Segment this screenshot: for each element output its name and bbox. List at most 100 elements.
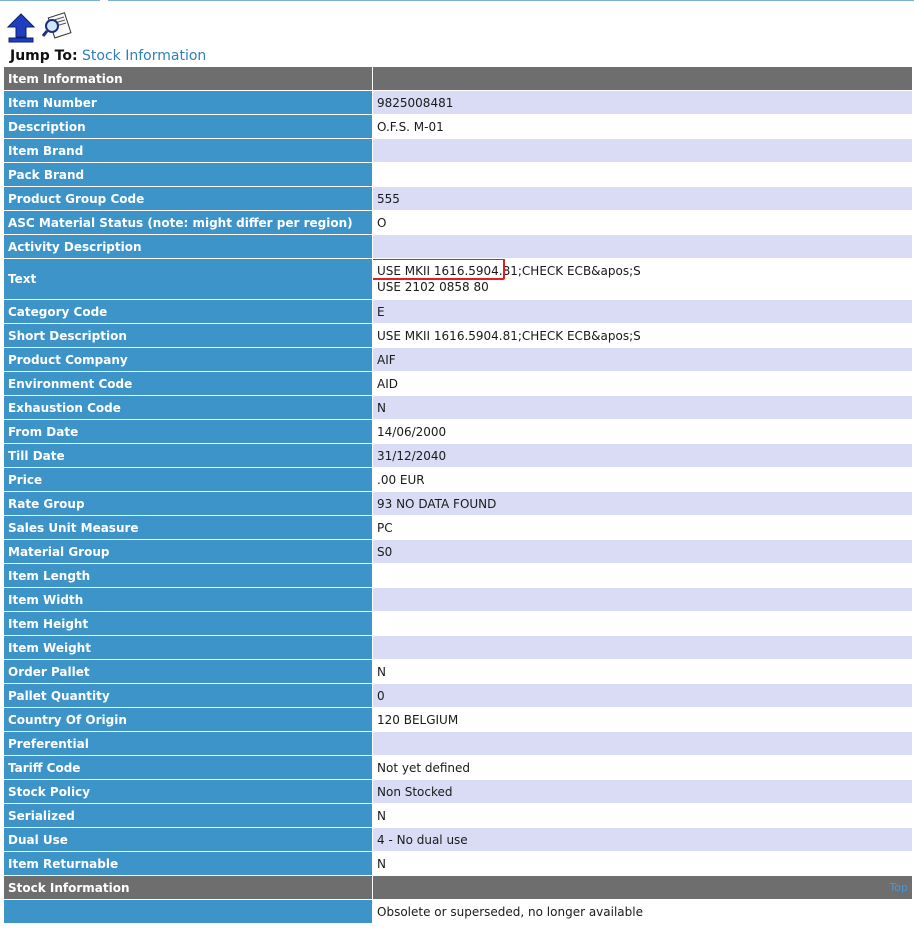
table-row: Material Group S0	[3, 539, 913, 564]
row-label: Activity Description	[3, 234, 373, 259]
table-row: Product Company AIF	[3, 347, 913, 372]
row-label: Dual Use	[3, 827, 373, 852]
row-value: N	[372, 851, 913, 876]
row-value	[372, 587, 913, 612]
table-row: Activity Description	[3, 234, 913, 259]
row-label	[3, 899, 373, 924]
top-divider-left	[0, 0, 100, 1]
row-value	[372, 234, 913, 259]
table-row: Item Length	[3, 563, 913, 588]
table-row: From Date 14/06/2000	[3, 419, 913, 444]
table-row: Item Height	[3, 611, 913, 636]
row-value	[372, 731, 913, 756]
section-header-right: Top	[372, 875, 913, 900]
row-label: Product Company	[3, 347, 373, 372]
row-label: Item Returnable	[3, 851, 373, 876]
row-value: AIF	[372, 347, 913, 372]
row-value: 4 - No dual use	[372, 827, 913, 852]
table-row: Pack Brand	[3, 162, 913, 187]
table-row: ASC Material Status (note: might differ …	[3, 210, 913, 235]
text-line-2: USE 2102 0858 80	[377, 280, 489, 294]
toolbar-icons	[6, 12, 72, 46]
section-header-spacer	[372, 66, 913, 91]
table-row: Item Width	[3, 587, 913, 612]
up-arrow-icon[interactable]	[6, 12, 36, 44]
table-row: Till Date 31/12/2040	[3, 443, 913, 468]
row-label: From Date	[3, 419, 373, 444]
row-label: Pack Brand	[3, 162, 373, 187]
row-label: Product Group Code	[3, 186, 373, 211]
row-value: O.F.S. M-01	[372, 114, 913, 139]
table-row: Price .00 EUR	[3, 467, 913, 492]
section-header-item-information: Item Information	[3, 66, 913, 91]
row-value	[372, 563, 913, 588]
row-label: Pallet Quantity	[3, 683, 373, 708]
table-row: Short Description USE MKII 1616.5904.81;…	[3, 323, 913, 348]
row-value: PC	[372, 515, 913, 540]
table-row: Pallet Quantity 0	[3, 683, 913, 708]
row-value: Obsolete or superseded, no longer availa…	[372, 899, 913, 924]
table-row: Sales Unit Measure PC	[3, 515, 913, 540]
row-label: Item Length	[3, 563, 373, 588]
table-row: Stock Policy Non Stocked	[3, 779, 913, 804]
magnifier-document-icon[interactable]	[42, 12, 72, 40]
table-row: Item Brand	[3, 138, 913, 163]
row-label: Item Weight	[3, 635, 373, 660]
jump-to-label: Jump To:	[10, 48, 78, 64]
row-label: Order Pallet	[3, 659, 373, 684]
row-value-text: USE MKII 1616.5904.81;CHECK ECB&apos;S U…	[372, 258, 913, 300]
section-title: Stock Information	[3, 875, 373, 900]
row-value: S0	[372, 539, 913, 564]
row-value: USE MKII 1616.5904.81;CHECK ECB&apos;S	[372, 323, 913, 348]
row-value: 93 NO DATA FOUND	[372, 491, 913, 516]
text-value-block: USE MKII 1616.5904.81;CHECK ECB&apos;S U…	[373, 259, 908, 295]
table-row: Item Returnable N	[3, 851, 913, 876]
section-title: Item Information	[3, 66, 373, 91]
item-information-table: Item Information Item Number 9825008481 …	[3, 66, 913, 924]
row-value: 0	[372, 683, 913, 708]
row-label: Country Of Origin	[3, 707, 373, 732]
row-label: Short Description	[3, 323, 373, 348]
row-label: Till Date	[3, 443, 373, 468]
row-value: AID	[372, 371, 913, 396]
row-label: Text	[3, 258, 373, 300]
row-label: Category Code	[3, 299, 373, 324]
row-value: 9825008481	[372, 90, 913, 115]
row-value	[372, 138, 913, 163]
table-row: Environment Code AID	[3, 371, 913, 396]
row-label: Exhaustion Code	[3, 395, 373, 420]
table-row: Tariff Code Not yet defined	[3, 755, 913, 780]
table-row-text: Text USE MKII 1616.5904.81;CHECK ECB&apo…	[3, 258, 913, 300]
table-row: Item Weight	[3, 635, 913, 660]
row-value: Non Stocked	[372, 779, 913, 804]
jump-link-stock-information[interactable]: Stock Information	[82, 48, 206, 64]
table-row: Rate Group 93 NO DATA FOUND	[3, 491, 913, 516]
row-label: Item Width	[3, 587, 373, 612]
table-row: Serialized N	[3, 803, 913, 828]
row-label: Item Height	[3, 611, 373, 636]
table-row: Product Group Code 555	[3, 186, 913, 211]
table-row: Preferential	[3, 731, 913, 756]
text-line-1: USE MKII 1616.5904.81;CHECK ECB&apos;S	[377, 264, 641, 278]
top-link[interactable]: Top	[889, 881, 908, 894]
row-value: .00 EUR	[372, 467, 913, 492]
table-row: Item Number 9825008481	[3, 90, 913, 115]
row-label: Sales Unit Measure	[3, 515, 373, 540]
row-label: Price	[3, 467, 373, 492]
row-value: N	[372, 659, 913, 684]
table-row: Category Code E	[3, 299, 913, 324]
row-label: Item Brand	[3, 138, 373, 163]
row-label: Tariff Code	[3, 755, 373, 780]
row-label: Rate Group	[3, 491, 373, 516]
table-row: Obsolete or superseded, no longer availa…	[3, 899, 913, 924]
row-value: 555	[372, 186, 913, 211]
top-divider-right	[108, 0, 914, 1]
table-row: Dual Use 4 - No dual use	[3, 827, 913, 852]
section-header-stock-information: Stock Information Top	[3, 875, 913, 900]
row-label: Environment Code	[3, 371, 373, 396]
row-value: 120 BELGIUM	[372, 707, 913, 732]
row-value	[372, 635, 913, 660]
row-label: Serialized	[3, 803, 373, 828]
row-label: Material Group	[3, 539, 373, 564]
row-value	[372, 611, 913, 636]
